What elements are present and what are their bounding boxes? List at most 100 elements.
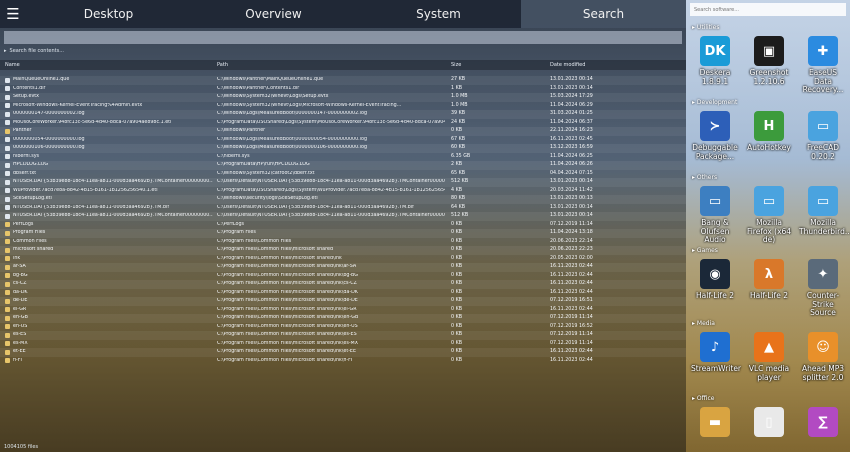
table-row[interactable]: MoUsoCoreWorker.948fc13c-5e6d-4d40-8dca-… [0, 119, 686, 128]
column-header-path[interactable]: Path [217, 62, 228, 68]
document-icon: ▯ [754, 407, 784, 437]
file-path: C:\Windows\System32\winevt\Logs\Microsof… [217, 102, 402, 108]
table-row[interactable]: cs-CZ C:\Program Files\Common Files\micro… [0, 280, 686, 289]
file-icon [5, 171, 10, 176]
app-tile[interactable]: ▲ VLC media player [745, 332, 793, 382]
table-row[interactable]: bg-BG C:\Program Files\Common Files\micro… [0, 272, 686, 281]
search-input[interactable] [4, 31, 682, 44]
table-row[interactable]: de-DE C:\Program Files\Common Files\micro… [0, 297, 686, 306]
tab-search[interactable]: Search [521, 0, 686, 28]
file-size: 0 KB [451, 332, 463, 337]
file-size: 512 KB [451, 213, 469, 218]
table-row[interactable]: Common Files C:\Program Files\Common File… [0, 238, 686, 247]
file-size: 0 KB [451, 264, 463, 269]
tab-desktop[interactable]: Desktop [26, 0, 191, 28]
app-tile[interactable]: ▭ Bang & Olufsen Audio [691, 186, 739, 245]
app-tile[interactable]: ♪ StreamWriter [691, 332, 741, 374]
tab-overview[interactable]: Overview [191, 0, 356, 28]
table-row[interactable]: 0000000054-0000000000.log C:\Windows\Logs… [0, 136, 686, 145]
file-name: NTUSER.DAT{53b39e88-18c4-11ea-a811-000d3… [13, 213, 213, 218]
section-header[interactable]: ▸ Media [692, 320, 715, 327]
app-tile[interactable]: ≻ Debuggable Package... [691, 111, 739, 161]
file-path: C:\Program Files\Common Files\microsoft … [217, 298, 358, 303]
file-size: 0 KB [451, 340, 463, 346]
app-tile[interactable]: H AutoHotkey [745, 111, 793, 153]
table-row[interactable]: en-US C:\Program Files\Common Files\micro… [0, 323, 686, 332]
status-file-count: 1004105 files [4, 444, 39, 450]
file-size: 67 KB [451, 136, 466, 142]
app-tile[interactable]: ∑ [799, 407, 847, 440]
file-size: 39 KB [451, 111, 466, 116]
app-label: Deskera 1.8.9.1 [699, 68, 731, 86]
column-header-size[interactable]: Size [451, 62, 461, 68]
app-tile[interactable]: ▭ Mozilla Firefox (x64 de) [745, 186, 793, 245]
table-row[interactable]: Panther C:\Windows\Panther 0 KB 22.11.2024 … [0, 127, 686, 136]
top-tab-bar: ☰ Desktop Overview System Search [0, 0, 686, 28]
search-file-contents-option[interactable]: ▸ Search file contents... [4, 47, 64, 55]
column-header-date[interactable]: Date modified [550, 62, 585, 68]
table-row[interactable]: NTUSER.DAT{53b39e88-18c4-11ea-a811-000d3… [0, 212, 686, 221]
app-tile[interactable]: ▣ Greenshot 1.2.10.6 [745, 36, 793, 86]
deskera-icon: DK [700, 36, 730, 66]
table-row[interactable]: da-DK C:\Program Files\Common Files\micro… [0, 289, 686, 298]
folder-icon [5, 247, 10, 253]
app-tile[interactable]: ☺ Ahead MP3 splitter 2.0 [799, 332, 847, 382]
table-row[interactable]: 0000000106-0000000000.log C:\Windows\Logs… [0, 144, 686, 153]
file-size: 0 KB [451, 298, 463, 303]
table-row[interactable]: HPCDLOG.LOG C:\ProgramData\HP\run\HPCDLOG… [0, 161, 686, 170]
app-tile[interactable]: ✚ EaseUS Data Recovery... [799, 36, 847, 95]
table-row[interactable]: NTUSER.DAT{53b39e88-18c4-11ea-a811-000d3… [0, 204, 686, 213]
easeus-icon: ✚ [808, 36, 838, 66]
table-row[interactable]: dbserr.txt C:\Windows\System32\catroot2\d… [0, 170, 686, 179]
file-path: C:\Program Files\Common Files\microsoft … [217, 247, 333, 252]
file-size: 0 KB [451, 323, 463, 329]
table-row[interactable]: NTUSER.DAT{53b39e88-18c4-11ea-a811-000d3… [0, 178, 686, 187]
section-header[interactable]: ▸ Development [692, 99, 737, 106]
hamburger-menu-icon[interactable]: ☰ [0, 0, 26, 28]
tab-system[interactable]: System [356, 0, 521, 28]
app-tile[interactable]: DK Deskera 1.8.9.1 [691, 36, 739, 86]
table-row[interactable]: ink C:\Program Files\Common Files\microso… [0, 255, 686, 264]
file-name: Panther [13, 128, 32, 133]
section-header[interactable]: ▸ Utilities [692, 24, 720, 31]
file-name: hiberfil.sys [13, 153, 40, 159]
column-header-name[interactable]: Name [5, 62, 20, 68]
section-header[interactable]: ▸ Office [692, 395, 714, 402]
app-tile[interactable]: ◉ Half-Life 2 [691, 259, 739, 301]
file-path: C:\Windows\Panther\MainQueueOnline1.que [217, 77, 324, 82]
table-row[interactable]: Microsoft-Windows-Kernel-EventTracing%4A… [0, 102, 686, 111]
file-date: 16.11.2023 02:44 [550, 281, 593, 286]
table-row[interactable]: es-MX C:\Program Files\Common Files\micro… [0, 340, 686, 349]
file-date: 13.01.2023 00:14 [550, 204, 593, 210]
table-row[interactable]: WuProvider.7acd7e8a-8842-4b15-b161-1b125… [0, 187, 686, 196]
table-row[interactable]: et-EE C:\Program Files\Common Files\micro… [0, 348, 686, 357]
table-row[interactable]: Contents1.dir C:\Windows\Panther\Contents… [0, 85, 686, 94]
section-header[interactable]: ▸ Games [692, 247, 718, 254]
table-row[interactable]: en-GB C:\Program Files\Common Files\micro… [0, 314, 686, 323]
software-search-input[interactable] [690, 3, 846, 16]
table-row[interactable]: Program Files C:\Program Files 0 KB 11.04.2… [0, 229, 686, 238]
app-tile[interactable]: ▭ Mozilla Thunderbird... [799, 186, 850, 236]
file-date: 31.03.2024 01:25 [550, 111, 593, 116]
freecad-icon: ▭ [808, 111, 838, 141]
app-tile[interactable]: ▯ [745, 407, 793, 440]
table-row[interactable]: 0000000147-0000000002.log C:\Windows\Logs… [0, 110, 686, 119]
section-header[interactable]: ▸ Others [692, 174, 717, 181]
app-label: Half-Life 2 [696, 291, 734, 300]
app-tile[interactable]: ▬ [691, 407, 739, 440]
autohotkey-icon: H [754, 111, 784, 141]
app-tile[interactable]: ✦ Counter-Strike Source [799, 259, 847, 318]
app-tile[interactable]: λ Half-Life 2 [745, 259, 793, 301]
table-row[interactable]: ar-SA C:\Program Files\Common Files\micro… [0, 263, 686, 272]
table-row[interactable]: MainQueueOnline1.que C:\Windows\Panther\M… [0, 76, 686, 85]
table-row[interactable]: SceSetupLog.etl C:\Windows\security\logs\… [0, 195, 686, 204]
table-row[interactable]: Setup.evtx C:\Windows\System32\winevt\Log… [0, 93, 686, 102]
table-row[interactable]: es-ES C:\Program Files\Common Files\micro… [0, 331, 686, 340]
table-row[interactable]: microsoft shared C:\Program Files\Common … [0, 246, 686, 255]
table-row[interactable]: fi-FI C:\Program Files\Common Files\micro… [0, 357, 686, 366]
app-tile[interactable]: ▭ FreeCAD 0.20.2 [799, 111, 847, 161]
table-row[interactable]: PerfLogs C:\PerfLogs 0 KB 07.12.2019 11:14 [0, 221, 686, 230]
table-row[interactable]: el-GR C:\Program Files\Common Files\micro… [0, 306, 686, 315]
table-row[interactable]: hiberfil.sys C:\hiberfil.sys 6.35 GB 11.04.… [0, 153, 686, 162]
file-size: 0 KB [451, 272, 463, 278]
